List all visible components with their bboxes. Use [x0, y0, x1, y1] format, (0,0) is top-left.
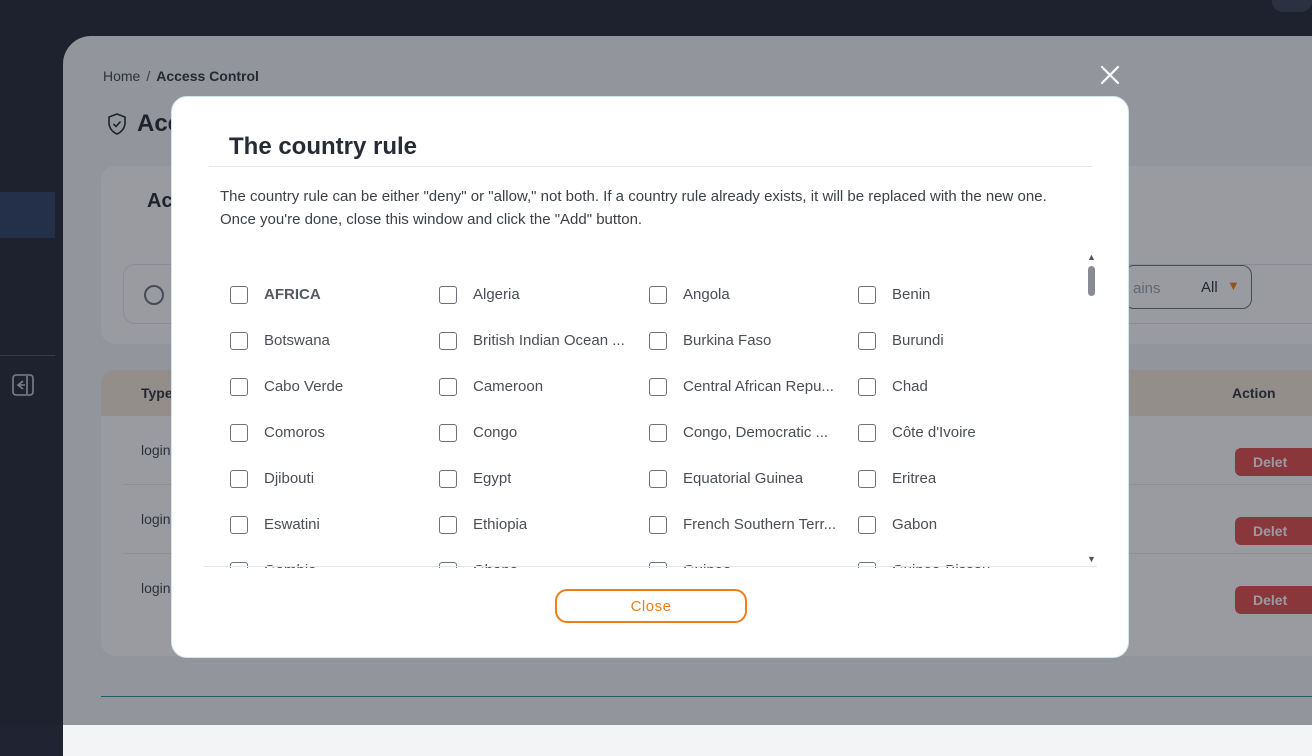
country-checkbox-item[interactable]: French Southern Terr...	[649, 516, 858, 562]
country-checkbox-item[interactable]: Equatorial Guinea	[649, 470, 858, 516]
country-label: Eswatini	[264, 516, 320, 533]
checkbox[interactable]	[439, 424, 457, 442]
country-label: Djibouti	[264, 470, 315, 487]
country-grid: AFRICA Algeria Angola Benin Botswana British …	[230, 286, 1067, 568]
country-checkbox-item[interactable]: Djibouti	[230, 470, 439, 516]
country-checkbox-item[interactable]: Eritrea	[858, 470, 1067, 516]
country-checkbox-item[interactable]: British Indian Ocean ...	[439, 332, 649, 378]
country-checkbox-item[interactable]: Congo	[439, 424, 649, 470]
country-label: Burundi	[892, 332, 944, 349]
checkbox[interactable]	[439, 286, 457, 304]
country-label: Guinea	[683, 562, 731, 568]
scroll-down-arrow-icon[interactable]: ▼	[1086, 554, 1097, 564]
country-checkbox-item[interactable]: Cabo Verde	[230, 378, 439, 424]
checkbox[interactable]	[230, 516, 248, 534]
country-list-viewport: AFRICA Algeria Angola Benin Botswana British …	[204, 252, 1084, 568]
country-label: Gambia	[264, 562, 317, 568]
checkbox[interactable]	[858, 516, 876, 534]
checkbox[interactable]	[858, 286, 876, 304]
checkbox[interactable]	[439, 332, 457, 350]
country-label: Cabo Verde	[264, 378, 344, 395]
country-label: Ethiopia	[473, 516, 528, 533]
country-checkbox-item[interactable]: Ethiopia	[439, 516, 649, 562]
country-rule-modal: The country rule The country rule can be…	[171, 96, 1129, 658]
checkbox[interactable]	[649, 516, 667, 534]
close-icon	[1100, 65, 1120, 85]
country-checkbox-item[interactable]: Gambia	[230, 562, 439, 568]
checkbox[interactable]	[230, 424, 248, 442]
checkbox[interactable]	[439, 470, 457, 488]
country-checkbox-item[interactable]: Gabon	[858, 516, 1067, 562]
country-label: Congo	[473, 424, 518, 441]
checkbox[interactable]	[439, 562, 457, 568]
country-list-scrollbar[interactable]: ▲ ▼	[1086, 252, 1097, 566]
checkbox[interactable]	[858, 332, 876, 350]
country-label: Central African Repu...	[683, 378, 834, 395]
checkbox[interactable]	[649, 470, 667, 488]
checkbox[interactable]	[858, 378, 876, 396]
country-checkbox-item[interactable]: Guinea-Bissau	[858, 562, 1067, 568]
country-checkbox-item[interactable]: Eswatini	[230, 516, 439, 562]
country-label: Comoros	[264, 424, 325, 441]
country-checkbox-item[interactable]: Chad	[858, 378, 1067, 424]
country-checkbox-item[interactable]: Botswana	[230, 332, 439, 378]
checkbox[interactable]	[649, 562, 667, 568]
checkbox[interactable]	[439, 516, 457, 534]
country-checkbox-item[interactable]: Ghana	[439, 562, 649, 568]
country-checkbox-item[interactable]: Central African Repu...	[649, 378, 858, 424]
country-label: Benin	[892, 286, 931, 303]
country-label: Egypt	[473, 470, 512, 487]
country-label: Eritrea	[892, 470, 937, 487]
country-list: AFRICA Algeria Angola Benin Botswana British …	[204, 252, 1097, 568]
country-label: Congo, Democratic ...	[683, 424, 829, 441]
country-checkbox-item[interactable]: Guinea	[649, 562, 858, 568]
checkbox[interactable]	[858, 562, 876, 568]
country-checkbox-item[interactable]: Cameroon	[439, 378, 649, 424]
checkbox[interactable]	[858, 424, 876, 442]
country-label: Ghana	[473, 562, 518, 568]
country-checkbox-item[interactable]: Congo, Democratic ...	[649, 424, 858, 470]
country-label: Cameroon	[473, 378, 544, 395]
country-label: AFRICA	[264, 286, 321, 303]
region-checkbox-item[interactable]: AFRICA	[230, 286, 439, 332]
scroll-up-arrow-icon[interactable]: ▲	[1086, 252, 1097, 262]
checkbox[interactable]	[230, 332, 248, 350]
country-label: Gabon	[892, 516, 938, 533]
country-label: Equatorial Guinea	[683, 470, 804, 487]
checkbox[interactable]	[230, 470, 248, 488]
country-checkbox-item[interactable]: Burkina Faso	[649, 332, 858, 378]
country-checkbox-item[interactable]: Comoros	[230, 424, 439, 470]
country-label: Botswana	[264, 332, 330, 349]
country-checkbox-item[interactable]: Algeria	[439, 286, 649, 332]
country-label: Guinea-Bissau	[892, 562, 990, 568]
checkbox[interactable]	[230, 562, 248, 568]
country-label: Algeria	[473, 286, 520, 303]
modal-description: The country rule can be either "deny" or…	[220, 188, 1047, 228]
checkbox[interactable]	[649, 286, 667, 304]
country-label: Côte d'Ivoire	[892, 424, 976, 441]
close-modal-button[interactable]	[1098, 63, 1122, 87]
country-checkbox-item[interactable]: Egypt	[439, 470, 649, 516]
checkbox[interactable]	[649, 378, 667, 396]
checkbox[interactable]	[649, 424, 667, 442]
country-label: Chad	[892, 378, 928, 395]
checkbox[interactable]	[439, 378, 457, 396]
modal-title: The country rule	[229, 133, 418, 160]
country-label: British Indian Ocean ...	[473, 332, 625, 349]
scroll-thumb[interactable]	[1088, 266, 1095, 296]
close-button[interactable]: Close	[555, 589, 747, 623]
checkbox[interactable]	[649, 332, 667, 350]
country-checkbox-item[interactable]: Angola	[649, 286, 858, 332]
checkbox[interactable]	[230, 378, 248, 396]
country-checkbox-item[interactable]: Côte d'Ivoire	[858, 424, 1067, 470]
checkbox[interactable]	[858, 470, 876, 488]
country-checkbox-item[interactable]: Burundi	[858, 332, 1067, 378]
country-checkbox-item[interactable]: Benin	[858, 286, 1067, 332]
country-label: Burkina Faso	[683, 332, 772, 349]
country-list-divider	[204, 566, 1097, 567]
checkbox[interactable]	[230, 286, 248, 304]
country-label: Angola	[683, 286, 730, 303]
country-label: French Southern Terr...	[683, 516, 837, 533]
modal-title-divider	[209, 166, 1092, 167]
